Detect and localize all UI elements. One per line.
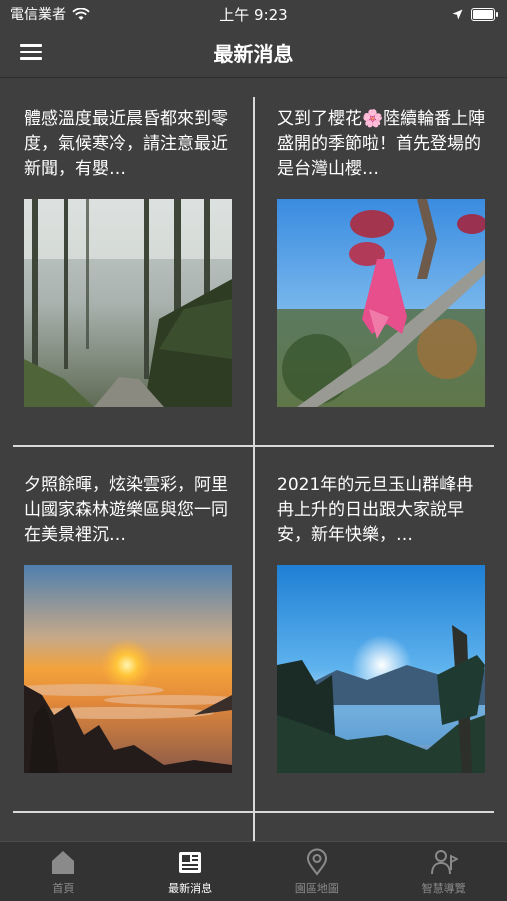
news-card[interactable]: 夕照餘暉，炫染雲彩，阿里山國家森林遊樂區與您一同在美景裡沉… [24, 473, 254, 773]
news-card-image-sunset [24, 565, 232, 773]
tab-label: 園區地圖 [294, 882, 339, 895]
header-divider [0, 77, 507, 78]
news-card[interactable]: 又到了櫻花🌸陸續輪番上陣盛開的季節啦！首先登場的是台灣山櫻… [277, 107, 507, 407]
home-icon [52, 851, 75, 874]
map-pin-icon [306, 848, 327, 876]
status-time: 上午 9:23 [219, 5, 288, 24]
status-bar: 電信業者 上午 9:23 [0, 0, 507, 28]
bottom-tab-bar: 首頁 最新消息 園區地圖 智慧導覽 [0, 841, 507, 901]
news-card[interactable]: 體感溫度最近晨昏都來到零度，氣候寒冷，請注意最近新聞，有嬰… [24, 107, 254, 407]
news-card-text: 體感溫度最近晨昏都來到零度，氣候寒冷，請注意最近新聞，有嬰… [24, 109, 228, 179]
tab-map[interactable]: 園區地圖 [254, 842, 381, 901]
tab-label: 智慧導覽 [421, 882, 466, 895]
grid-divider-horizontal [13, 811, 253, 813]
newspaper-icon [179, 852, 202, 873]
nav-header: 最新消息 [0, 28, 507, 78]
news-card-text: 又到了櫻花🌸陸續輪番上陣盛開的季節啦！首先登場的是台灣山櫻… [277, 109, 486, 179]
tab-guide[interactable]: 智慧導覽 [380, 842, 507, 901]
news-card-image-misty-forest [24, 199, 232, 407]
news-card-text: 夕照餘暉，炫染雲彩，阿里山國家森林遊樂區與您一同在美景裡沉… [24, 475, 228, 545]
page-title: 最新消息 [213, 42, 294, 66]
grid-divider-horizontal [13, 445, 253, 447]
guide-person-icon [430, 850, 458, 875]
tab-label: 最新消息 [168, 882, 213, 895]
news-card-image-sunrise-mountains [277, 565, 485, 773]
news-card-text: 2021年的元旦玉山群峰冉冉上升的日出跟大家說早安，新年快樂，… [277, 475, 474, 545]
battery-icon [471, 7, 498, 21]
tab-label: 首頁 [52, 882, 75, 895]
news-card[interactable]: 2021年的元旦玉山群峰冉冉上升的日出跟大家說早安，新年快樂，… [277, 473, 507, 773]
news-card-image-cherry-blossom [277, 199, 485, 407]
tab-news[interactable]: 最新消息 [127, 842, 254, 901]
grid-divider-horizontal [255, 811, 494, 813]
grid-divider-horizontal [255, 445, 494, 447]
tab-home[interactable]: 首頁 [0, 842, 127, 901]
